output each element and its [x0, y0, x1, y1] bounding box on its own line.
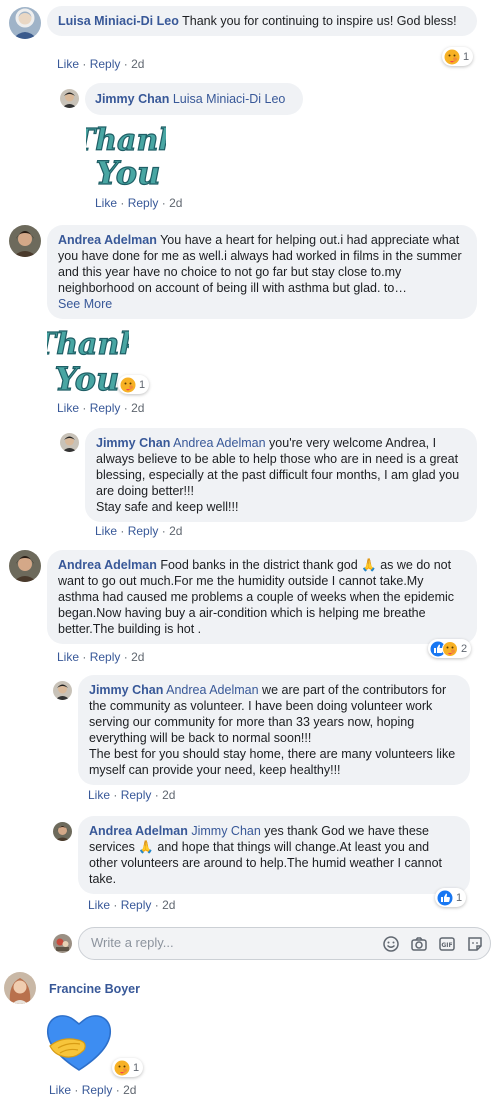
comment-actions: Like · Reply · 2d	[88, 898, 176, 912]
reply-link[interactable]: Reply	[90, 650, 121, 664]
comment-text: Food banks in the district thank god	[156, 558, 362, 572]
reply-link[interactable]: Reply	[82, 1083, 113, 1097]
reply-link[interactable]: Reply	[90, 401, 121, 415]
comment-actions: Like · Reply · 2d	[95, 196, 183, 210]
comment-bubble: Jimmy Chan Andrea Adelman we are part of…	[78, 675, 470, 785]
reply-link[interactable]: Reply	[128, 196, 159, 210]
avatar[interactable]	[53, 681, 72, 700]
mention-link[interactable]: Jimmy Chan	[188, 824, 260, 838]
reply-link[interactable]: Reply	[90, 57, 121, 71]
comment-bubble: Andrea Adelman Food banks in the distric…	[47, 550, 477, 644]
mention-link[interactable]: Luisa Miniaci-Di Leo	[169, 92, 286, 106]
emoji-icon[interactable]	[382, 935, 400, 953]
avatar[interactable]	[60, 433, 79, 452]
timestamp[interactable]: 2d	[169, 196, 182, 210]
reaction-badge[interactable]: 1	[112, 1058, 144, 1077]
sticker-line-2: You	[96, 154, 161, 192]
reaction-count: 2	[461, 642, 468, 655]
like-link[interactable]: Like	[57, 650, 79, 664]
reply-link[interactable]: Reply	[121, 898, 152, 912]
reaction-badge[interactable]: 2	[428, 639, 472, 658]
reply-link[interactable]: Reply	[121, 788, 152, 802]
camera-icon[interactable]	[410, 935, 428, 953]
avatar[interactable]	[4, 972, 36, 1004]
care-reaction-icon	[442, 640, 458, 657]
sticker-line-1: Thank	[47, 327, 129, 362]
thank-you-sticker: Thank You	[33, 318, 140, 400]
comment-author[interactable]: Jimmy Chan	[96, 436, 170, 450]
like-link[interactable]: Like	[49, 1083, 71, 1097]
timestamp[interactable]: 2d	[131, 401, 144, 415]
comment-bubble: Andrea Adelman You have a heart for help…	[47, 225, 477, 319]
like-link[interactable]: Like	[88, 898, 110, 912]
reply-tools: GIF	[382, 935, 484, 953]
comment-bubble: Andrea Adelman Jimmy Chan yes thank God …	[78, 816, 470, 894]
heart-hug-sticker	[44, 1010, 114, 1072]
thank-you-sticker: Thank You	[72, 114, 179, 194]
timestamp[interactable]: 2d	[162, 788, 175, 802]
comment-actions: Like · Reply · 2d	[57, 57, 145, 71]
comment-actions: Like · Reply · 2d	[88, 788, 176, 802]
reply-link[interactable]: Reply	[128, 524, 159, 538]
comment-actions: Like · Reply · 2d	[57, 401, 145, 415]
avatar[interactable]	[9, 550, 41, 582]
care-reaction-icon	[120, 377, 136, 393]
comment-author[interactable]: Luisa Miniaci-Di Leo	[58, 14, 179, 28]
reply-box[interactable]: GIF	[78, 927, 491, 960]
svg-text:GIF: GIF	[441, 942, 452, 949]
folded-hands-emoji: 🙏	[361, 558, 377, 572]
comment-author[interactable]: Francine Boyer	[49, 982, 140, 996]
care-reaction-icon	[114, 1060, 130, 1076]
timestamp[interactable]: 2d	[169, 524, 182, 538]
reaction-count: 1	[139, 378, 146, 391]
comment-text: we are part of the contributors for the …	[89, 683, 456, 777]
timestamp[interactable]: 2d	[123, 1083, 136, 1097]
comment-author[interactable]: Jimmy Chan	[89, 683, 163, 697]
gif-icon[interactable]: GIF	[438, 935, 456, 953]
timestamp[interactable]: 2d	[162, 898, 175, 912]
avatar[interactable]	[53, 822, 72, 841]
sticker-line-1: Thank	[86, 123, 166, 158]
sticker-line-2: You	[55, 360, 120, 398]
like-reaction-icon	[437, 890, 453, 906]
comment-actions: Like · Reply · 2d	[95, 524, 183, 538]
comment-bubble: Jimmy Chan Andrea Adelman you're very we…	[85, 428, 477, 522]
reaction-count: 1	[456, 891, 463, 904]
timestamp[interactable]: 2d	[131, 57, 144, 71]
see-more-link[interactable]: See More	[58, 296, 466, 312]
care-reaction-icon	[444, 49, 460, 65]
reaction-badge[interactable]: 1	[442, 47, 474, 66]
folded-hands-emoji: 🙏	[138, 840, 154, 854]
comment-text: Thank you for continuing to inspire us! …	[178, 14, 457, 28]
avatar[interactable]	[9, 225, 41, 257]
reaction-badge[interactable]: 1	[435, 888, 467, 907]
like-link[interactable]: Like	[95, 524, 117, 538]
comment-actions: Like · Reply · 2d	[57, 650, 145, 664]
comment-author[interactable]: Jimmy Chan	[95, 92, 169, 106]
avatar[interactable]	[9, 7, 41, 39]
mention-link[interactable]: Andrea Adelman	[170, 436, 265, 450]
reply-input[interactable]	[91, 935, 361, 950]
sticker-icon[interactable]	[466, 935, 484, 953]
like-link[interactable]: Like	[95, 196, 117, 210]
like-link[interactable]: Like	[88, 788, 110, 802]
timestamp[interactable]: 2d	[131, 650, 144, 664]
comment-author[interactable]: Andrea Adelman	[58, 558, 157, 572]
current-user-avatar	[53, 934, 72, 953]
like-link[interactable]: Like	[57, 401, 79, 415]
reaction-count: 1	[463, 50, 470, 63]
comment-bubble: Jimmy Chan Luisa Miniaci-Di Leo	[85, 83, 303, 115]
comment-actions: Like · Reply · 2d	[49, 1083, 137, 1097]
comment-bubble: Luisa Miniaci-Di Leo Thank you for conti…	[47, 6, 477, 36]
reaction-count: 1	[133, 1061, 140, 1074]
like-link[interactable]: Like	[57, 57, 79, 71]
comment-author[interactable]: Andrea Adelman	[89, 824, 188, 838]
comment-author[interactable]: Andrea Adelman	[58, 233, 157, 247]
reaction-badge[interactable]: 1	[118, 375, 150, 394]
avatar[interactable]	[60, 89, 79, 108]
mention-link[interactable]: Andrea Adelman	[163, 683, 258, 697]
